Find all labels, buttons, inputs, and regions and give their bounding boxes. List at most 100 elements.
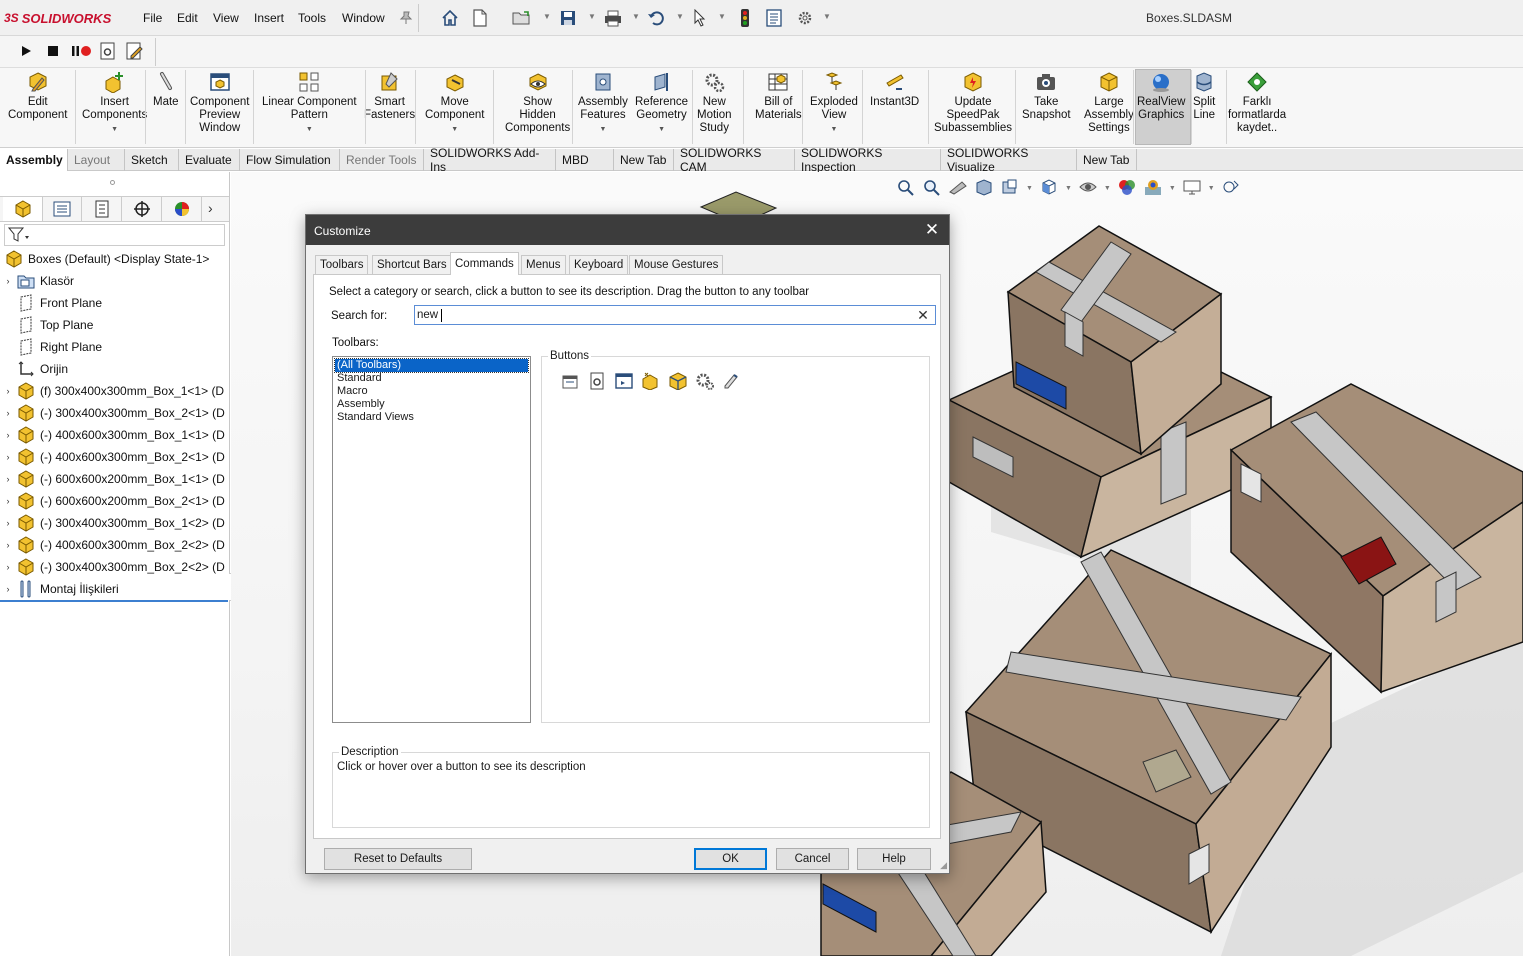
tree-item[interactable]: › (-) 600x600x200mm_Box_2<1> (D xyxy=(0,490,229,512)
tree-root-assembly[interactable]: Boxes (Default) <Display State-1> xyxy=(0,248,229,270)
tab-assembly[interactable]: Assembly xyxy=(0,149,68,171)
tree-item[interactable]: Right Plane xyxy=(0,336,229,358)
menu-window[interactable]: Window xyxy=(342,11,385,25)
stop-macro-icon[interactable] xyxy=(47,45,59,60)
toolbar-list-item[interactable]: (All Toolbars) xyxy=(334,358,529,373)
tab-evaluate[interactable]: Evaluate xyxy=(179,149,240,171)
tab-keyboard[interactable]: Keyboard xyxy=(569,255,629,274)
menu-view[interactable]: View xyxy=(213,11,239,25)
tree-item[interactable]: Top Plane xyxy=(0,314,229,336)
tree-item[interactable]: Orijin xyxy=(0,358,229,380)
view-orientation-icon[interactable] xyxy=(1039,178,1059,199)
menu-insert[interactable]: Insert xyxy=(254,11,284,25)
expand-arrow-icon[interactable]: › xyxy=(0,408,16,418)
ribbon-button-assembly-features[interactable]: Assembly Features ▼ xyxy=(578,71,628,136)
tab-mouse-gestures[interactable]: Mouse Gestures xyxy=(629,255,724,274)
previous-view-icon[interactable] xyxy=(948,178,968,199)
menu-file[interactable]: File xyxy=(143,11,162,25)
options-gear-icon[interactable] xyxy=(795,8,815,28)
ribbon-button-instant3d[interactable]: Instant3D xyxy=(870,71,919,109)
dropdown-arrow-icon[interactable]: ▼ xyxy=(658,123,665,136)
new-assembly-icon[interactable] xyxy=(667,370,689,392)
ribbon-button-large-assembly[interactable]: Large Assembly Settings xyxy=(1084,71,1134,135)
panel-tabs-more-icon[interactable]: › xyxy=(208,200,213,216)
ribbon-button-reference-geometry[interactable]: Reference Geometry ▼ xyxy=(635,71,688,136)
open-folder-icon[interactable] xyxy=(512,8,532,28)
new-window-icon[interactable] xyxy=(559,370,581,392)
expand-arrow-icon[interactable]: › xyxy=(0,452,16,462)
tab-render-tools[interactable]: Render Tools xyxy=(340,149,424,171)
clear-search-icon[interactable]: ✕ xyxy=(915,307,931,323)
dialog-title-bar[interactable]: Customize ✕ xyxy=(306,215,949,245)
tab-solidworks-add-ins[interactable]: SOLIDWORKS Add-Ins xyxy=(424,146,556,174)
undo-icon[interactable] xyxy=(646,8,666,28)
filter-funnel-icon[interactable] xyxy=(7,227,30,246)
new-drawing-view-icon[interactable] xyxy=(613,370,635,392)
tree-rollback-bar[interactable] xyxy=(0,600,228,602)
resize-grip-icon[interactable]: ◢ xyxy=(940,860,947,871)
edit-macro-icon[interactable] xyxy=(125,42,145,63)
ribbon-button-bom[interactable]: Bill of Materials xyxy=(755,71,802,122)
scene-caret-icon[interactable]: ▼ xyxy=(1169,185,1176,192)
dialog-close-icon[interactable]: ✕ xyxy=(921,219,943,241)
hide-show-items-icon[interactable] xyxy=(1078,178,1098,199)
zoom-to-fit-icon[interactable] xyxy=(896,178,916,199)
new-macro-icon[interactable] xyxy=(586,370,608,392)
dropdown-arrow-icon[interactable]: ▼ xyxy=(599,123,606,136)
tab-display-manager[interactable] xyxy=(162,197,202,221)
tab-dimxpert-manager[interactable] xyxy=(122,197,162,221)
panel-collapse-handle[interactable] xyxy=(110,180,115,185)
tree-item[interactable]: Front Plane xyxy=(0,292,229,314)
tab-mbd[interactable]: MBD xyxy=(556,149,614,171)
display-style-caret-icon[interactable]: ▼ xyxy=(1065,185,1072,192)
ribbon-button-motion-study[interactable]: New Motion Study xyxy=(697,71,732,135)
new-document-icon[interactable] xyxy=(470,8,490,28)
tab-property-manager[interactable] xyxy=(42,197,82,221)
toolbars-listbox[interactable]: (All Toolbars) Standard Macro Assembly Stand… xyxy=(332,356,531,723)
select-dropdown-icon[interactable]: ▼ xyxy=(718,12,726,21)
rebuild-traffic-light-icon[interactable] xyxy=(735,8,755,28)
dynamic-annotation-icon[interactable] xyxy=(1000,178,1020,199)
tab-new-tab[interactable]: New Tab xyxy=(614,149,674,171)
dropdown-arrow-icon[interactable]: ▼ xyxy=(831,123,838,136)
expand-arrow-icon[interactable]: › xyxy=(0,430,16,440)
expand-arrow-icon[interactable]: › xyxy=(0,276,16,286)
save-icon[interactable] xyxy=(558,8,578,28)
tab-solidworks-inspection[interactable]: SOLIDWORKS Inspection xyxy=(795,146,941,174)
dropdown-arrow-icon[interactable]: ▼ xyxy=(111,123,118,136)
save-dropdown-icon[interactable]: ▼ xyxy=(588,12,596,21)
home-icon[interactable] xyxy=(440,8,460,28)
toolbar-list-item[interactable]: Assembly xyxy=(335,398,528,411)
tree-item[interactable]: › (-) 300x400x300mm_Box_2<2> (D xyxy=(0,556,229,578)
ribbon-button-save-formats[interactable]: Farklı formatlarda kaydet.. xyxy=(1228,71,1286,135)
menu-tools[interactable]: Tools xyxy=(298,11,326,25)
print-dropdown-icon[interactable]: ▼ xyxy=(632,12,640,21)
reset-to-defaults-button[interactable]: Reset to Defaults xyxy=(324,848,472,870)
ribbon-button-realview[interactable]: RealView Graphics xyxy=(1137,71,1185,122)
tab-sketch[interactable]: Sketch xyxy=(125,149,179,171)
expand-arrow-icon[interactable]: › xyxy=(0,540,16,550)
edit-appearance-icon[interactable] xyxy=(1117,178,1137,199)
ribbon-button-move-component[interactable]: Move Component ▼ xyxy=(425,71,484,136)
apply-scene-icon[interactable] xyxy=(1143,178,1163,199)
display-pane-icon[interactable] xyxy=(1221,178,1241,199)
toolbar-list-item[interactable]: Standard Views xyxy=(335,411,528,424)
tree-item[interactable]: › (-) 300x400x300mm_Box_2<1> (D xyxy=(0,402,229,424)
tab-commands[interactable]: Commands xyxy=(450,252,519,275)
zoom-to-area-icon[interactable] xyxy=(922,178,942,199)
open-dropdown-icon[interactable]: ▼ xyxy=(543,12,551,21)
ribbon-button-exploded-view[interactable]: Exploded View ▼ xyxy=(810,71,858,136)
ribbon-button-smart-fasteners[interactable]: Smart Fasteners xyxy=(364,71,415,122)
tree-item[interactable]: › (-) 300x400x300mm_Box_1<2> (D xyxy=(0,512,229,534)
options-dropdown-icon[interactable]: ▼ xyxy=(823,12,831,21)
tab-toolbars[interactable]: Toolbars xyxy=(315,255,369,274)
hide-show-caret-icon[interactable]: ▼ xyxy=(1104,185,1111,192)
view-settings-icon[interactable] xyxy=(1182,178,1202,199)
tab-feature-manager[interactable] xyxy=(3,197,43,221)
tab-menus[interactable]: Menus xyxy=(521,255,566,274)
view-orientation-caret-icon[interactable]: ▼ xyxy=(1026,185,1033,192)
tree-item[interactable]: › (f) 300x400x300mm_Box_1<1> (D xyxy=(0,380,229,402)
search-input[interactable]: new ✕ xyxy=(414,305,936,325)
tab-shortcut-bars[interactable]: Shortcut Bars xyxy=(372,255,452,274)
tree-item[interactable]: › (-) 400x600x300mm_Box_2<1> (D xyxy=(0,446,229,468)
